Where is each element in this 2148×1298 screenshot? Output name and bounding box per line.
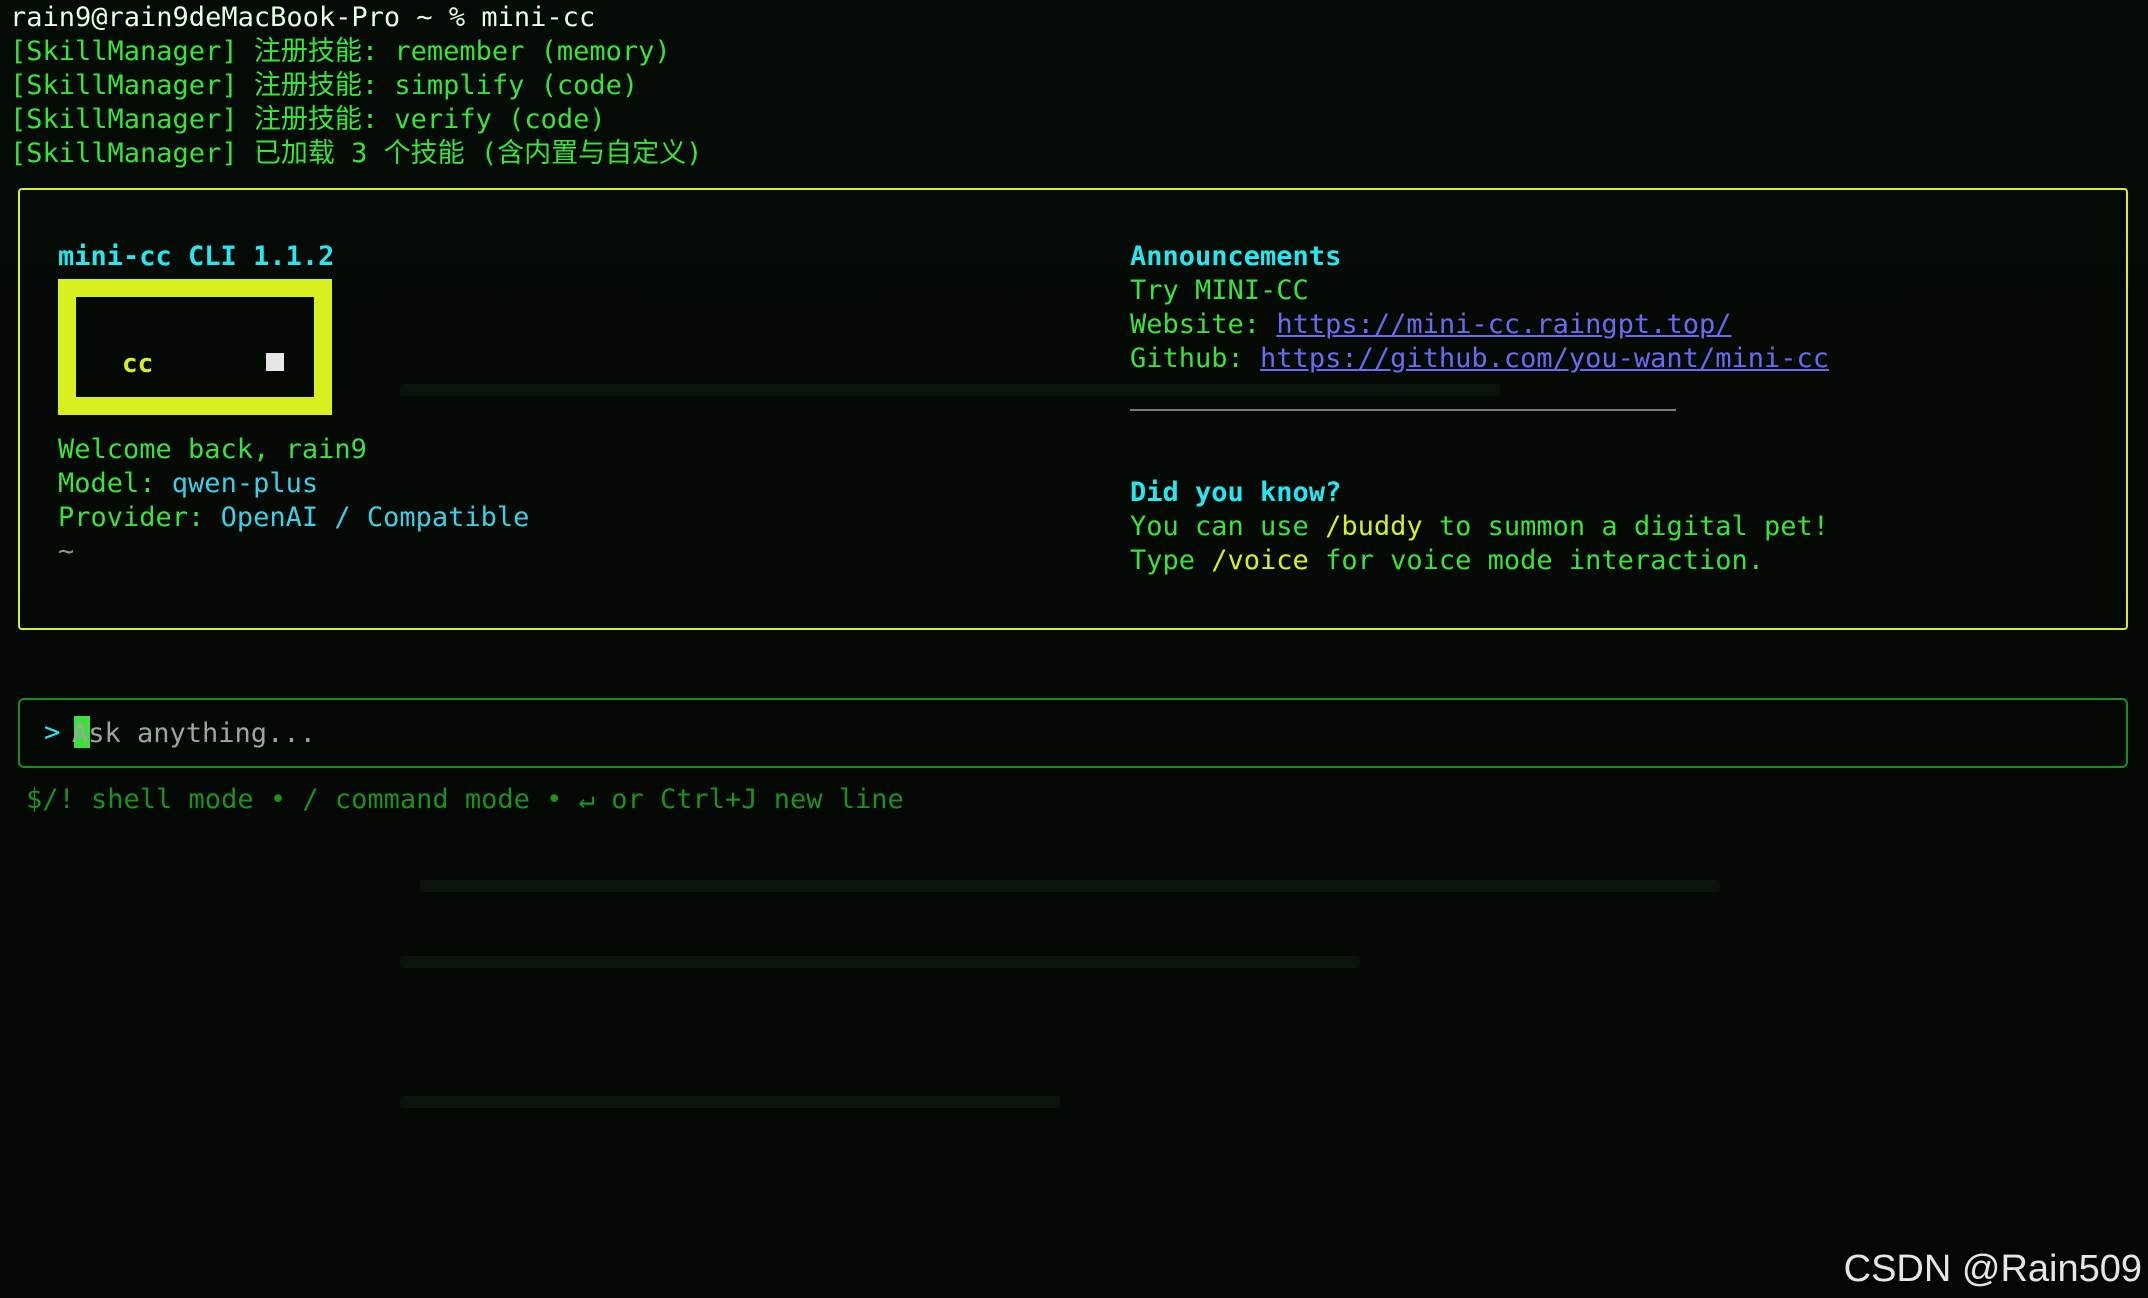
provider-row: Provider: OpenAI / Compatible (58, 501, 529, 535)
logo-inner: cc (76, 297, 314, 397)
watermark: CSDN @Rain509 (1843, 1248, 2142, 1290)
session-info: Welcome back, rain9 Model: qwen-plus Pro… (58, 433, 529, 569)
welcome-panel: mini-cc CLI 1.1.2 cc Welcome back, rain9… (18, 188, 2128, 630)
announcements-title: Announcements (1130, 241, 1342, 272)
provider-value: OpenAI / Compatible (220, 502, 530, 533)
tip-text: to summon a digital pet! (1422, 511, 1830, 542)
website-label: Website: (1130, 309, 1277, 340)
divider (1130, 409, 1676, 411)
announcement-line: Try MINI-CC (1130, 275, 1309, 306)
model-label: Model: (58, 468, 172, 499)
log-line: [SkillManager] 注册技能: remember (memory) (10, 36, 671, 67)
logo-cursor-square (266, 353, 284, 371)
input-hint: $/! shell mode • / command mode • ↵ or C… (26, 784, 904, 815)
tips-title: Did you know? (1130, 477, 1342, 508)
ask-input[interactable] (72, 714, 1972, 752)
github-label: Github: (1130, 343, 1261, 374)
github-link[interactable]: https://github.com/you-want/mini-cc (1260, 343, 1829, 374)
prompt-caret-icon: > (44, 717, 61, 748)
shell-prompt: rain9@rain9deMacBook-Pro ~ % mini-cc (10, 2, 596, 33)
model-row: Model: qwen-plus (58, 467, 529, 501)
tip-text: Type (1130, 545, 1212, 576)
cwd: ~ (58, 536, 75, 567)
app-title: mini-cc CLI 1.1.2 (58, 241, 335, 272)
tip-text: for voice mode interaction. (1308, 545, 1764, 576)
background-ghost-text (400, 1096, 1060, 1108)
welcome-message: Welcome back, rain9 (58, 434, 367, 465)
tip-row: Type /voice for voice mode interaction. (1130, 544, 1829, 578)
terminal-window: rain9@rain9deMacBook-Pro ~ % mini-cc [Sk… (0, 0, 2148, 1298)
logo-text: cc (122, 349, 154, 379)
log-line: [SkillManager] 注册技能: verify (code) (10, 104, 606, 135)
tip-command: /buddy (1325, 511, 1423, 542)
tip-command: /voice (1211, 545, 1309, 576)
website-link[interactable]: https://mini-cc.raingpt.top/ (1276, 309, 1731, 340)
github-row: Github: https://github.com/you-want/mini… (1130, 342, 1829, 376)
tip-row: You can use /buddy to summon a digital p… (1130, 510, 1829, 544)
welcome-left-column: mini-cc CLI 1.1.2 cc Welcome back, rain9… (58, 240, 529, 569)
log-line: [SkillManager] 已加载 3 个技能 (含内置与自定义) (10, 138, 703, 169)
model-value: qwen-plus (171, 468, 319, 499)
log-line: [SkillManager] 注册技能: simplify (code) (10, 70, 639, 101)
background-ghost-text (400, 956, 1360, 968)
background-ghost-text (420, 880, 1720, 892)
tip-text: You can use (1130, 511, 1326, 542)
prompt-input-box[interactable]: > (18, 698, 2128, 768)
cc-logo-icon: cc (58, 279, 332, 415)
provider-label: Provider: (58, 502, 221, 533)
welcome-right-column: Announcements Try MINI-CC Website: https… (1130, 240, 1829, 578)
website-row: Website: https://mini-cc.raingpt.top/ (1130, 308, 1829, 342)
